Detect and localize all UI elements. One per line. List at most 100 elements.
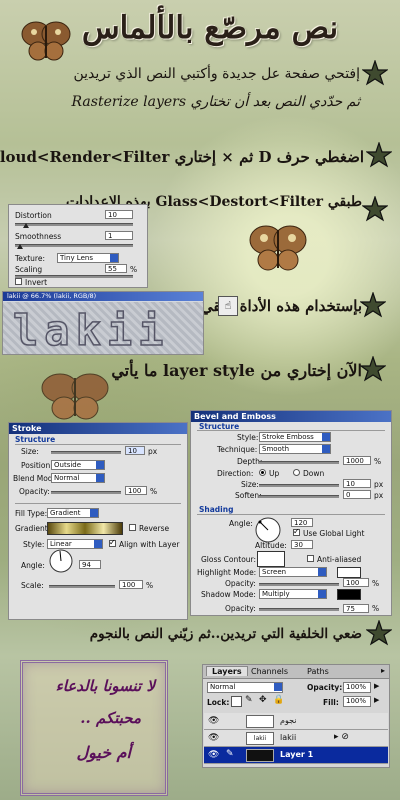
fill-type-select[interactable]: Gradient — [47, 508, 99, 518]
bevel-size-slider[interactable] — [259, 484, 339, 487]
shadow-opacity-slider[interactable] — [259, 608, 339, 611]
layer-row[interactable]: 👁 نجوم — [204, 713, 388, 730]
soften-unit: px — [374, 491, 384, 500]
align-with-layer-checkbox[interactable] — [109, 538, 116, 547]
altitude-field[interactable]: 30 — [291, 540, 313, 549]
technique-select[interactable]: Smooth — [259, 444, 331, 454]
shadow-opacity-field[interactable]: 75 — [343, 604, 369, 613]
highlight-opacity-field[interactable]: 100 — [343, 578, 369, 587]
scaling-label: Scaling — [15, 265, 43, 274]
layer-blend-select[interactable]: Normal — [207, 682, 283, 693]
shadow-mode-label: Shadow Mode: — [201, 590, 256, 599]
gloss-contour-swatch[interactable] — [257, 551, 285, 567]
divider — [197, 514, 385, 515]
shadow-mode-select[interactable]: Multiply — [259, 589, 327, 599]
shadow-color-swatch[interactable] — [337, 589, 361, 600]
highlight-opacity-unit: % — [372, 579, 380, 588]
smudge-tool-icon[interactable]: ☝ — [218, 296, 238, 316]
lock-move-icon[interactable]: ✥ — [259, 695, 267, 705]
panel-menu-icon[interactable]: ▸ — [381, 666, 385, 675]
tab-layers[interactable]: Layers — [206, 666, 248, 676]
direction-up-radio[interactable] — [259, 469, 266, 476]
shadow-opacity-label: Opacity: — [225, 604, 256, 613]
fill-dropdown-icon[interactable]: ▶ — [374, 696, 379, 704]
direction-label: Direction: — [217, 469, 254, 478]
stroke-opacity-slider[interactable] — [51, 491, 121, 494]
highlight-opacity-slider[interactable] — [259, 583, 339, 586]
depth-slider[interactable] — [259, 461, 339, 464]
stroke-opacity-unit: % — [150, 487, 158, 496]
fill-field[interactable]: 100% — [343, 696, 371, 707]
texture-select[interactable]: Tiny Lens — [57, 253, 119, 263]
visibility-eye-icon[interactable]: 👁 — [208, 716, 219, 726]
opacity-dropdown-icon[interactable]: ▶ — [374, 682, 379, 690]
butterfly-icon — [249, 225, 307, 271]
shadow-opacity-unit: % — [372, 604, 380, 613]
invert-checkbox[interactable] — [15, 278, 22, 285]
highlight-mode-select[interactable]: Screen — [259, 567, 327, 577]
lock-all-icon[interactable]: 🔒 — [273, 695, 284, 705]
shadow-opacity-row: Opacity: 75 % — [190, 603, 392, 616]
bevel-title: Bevel and Emboss — [191, 411, 391, 422]
light-angle-dial-icon[interactable] — [255, 517, 281, 543]
tab-paths[interactable]: Paths — [307, 667, 329, 676]
anti-aliased-checkbox[interactable] — [307, 555, 314, 562]
position-select[interactable]: Outside — [51, 460, 105, 470]
smoothness-slider[interactable] — [15, 244, 133, 247]
distortion-slider[interactable] — [15, 223, 133, 226]
global-light-checkbox[interactable] — [293, 527, 300, 536]
stroke-size-slider[interactable] — [51, 451, 121, 454]
layer-effects-icon[interactable]: ▸ ⊘ — [334, 732, 349, 742]
reverse-checkbox[interactable] — [129, 524, 136, 531]
layer-row[interactable]: 👁 ✎ Layer 1 — [204, 747, 388, 764]
star-icon — [365, 141, 393, 168]
lock-paint-icon[interactable]: ✎ — [245, 695, 253, 705]
layer-name: lakii — [280, 733, 297, 742]
layer-opacity-field[interactable]: 100% — [343, 682, 371, 693]
stroke-size-field[interactable]: 10 — [125, 446, 145, 455]
tutorial-page: { "title": "نص مرصّع بالألماس", "steps":… — [0, 0, 400, 800]
altitude-label: Altitude: — [255, 541, 287, 550]
scaling-field[interactable]: 55 — [105, 264, 127, 273]
layer-name: نجوم — [280, 716, 297, 725]
stroke-scale-label: Scale: — [21, 581, 44, 590]
bevel-style-select[interactable]: Stroke Emboss — [259, 432, 331, 442]
bevel-angle-field[interactable]: 120 — [291, 518, 313, 527]
stroke-angle-field[interactable]: 94 — [79, 560, 101, 569]
visibility-eye-icon[interactable]: 👁 — [208, 733, 219, 743]
bevel-size-field[interactable]: 10 — [343, 479, 371, 488]
distortion-field[interactable]: 10 — [105, 210, 133, 219]
highlight-color-swatch[interactable] — [337, 567, 361, 578]
position-label: Position: — [21, 461, 53, 470]
gloss-contour-label: Gloss Contour: — [201, 555, 257, 564]
layer-thumbnail — [246, 715, 274, 728]
depth-field[interactable]: 1000 — [343, 456, 371, 465]
direction-down-radio[interactable] — [293, 469, 300, 476]
gradient-swatch[interactable] — [47, 522, 123, 535]
visibility-eye-icon[interactable]: 👁 — [208, 750, 219, 760]
smoothness-field[interactable]: 1 — [105, 231, 133, 240]
blend-mode-select[interactable]: Normal — [51, 473, 105, 483]
layer-thumbnail: lakii — [246, 732, 274, 745]
distorted-text: lakii — [12, 305, 170, 356]
technique-label: Technique: — [217, 445, 258, 454]
slider-knob-icon[interactable] — [17, 244, 23, 249]
stroke-scale-field[interactable]: 100 — [119, 580, 143, 589]
star-icon — [359, 355, 387, 382]
gradient-style-select[interactable]: Linear — [47, 539, 103, 549]
butterfly-icon — [41, 373, 109, 420]
align-with-layer-label: Align with Layer — [119, 540, 180, 549]
tab-channels[interactable]: Channels — [251, 667, 288, 676]
divider — [15, 444, 181, 445]
soften-slider[interactable] — [259, 495, 339, 498]
slider-knob-icon[interactable] — [23, 223, 29, 228]
stroke-scale-slider[interactable] — [49, 585, 115, 588]
lock-transparency-icon[interactable] — [231, 696, 242, 707]
stroke-opacity-field[interactable]: 100 — [125, 486, 147, 495]
star-icon — [361, 195, 389, 222]
highlight-opacity-label: Opacity: — [225, 579, 256, 588]
star-icon — [365, 619, 393, 646]
angle-dial-icon[interactable] — [49, 549, 73, 573]
soften-field[interactable]: 0 — [343, 490, 371, 499]
layer-row[interactable]: 👁 lakii lakii ▸ ⊘ — [204, 730, 388, 747]
